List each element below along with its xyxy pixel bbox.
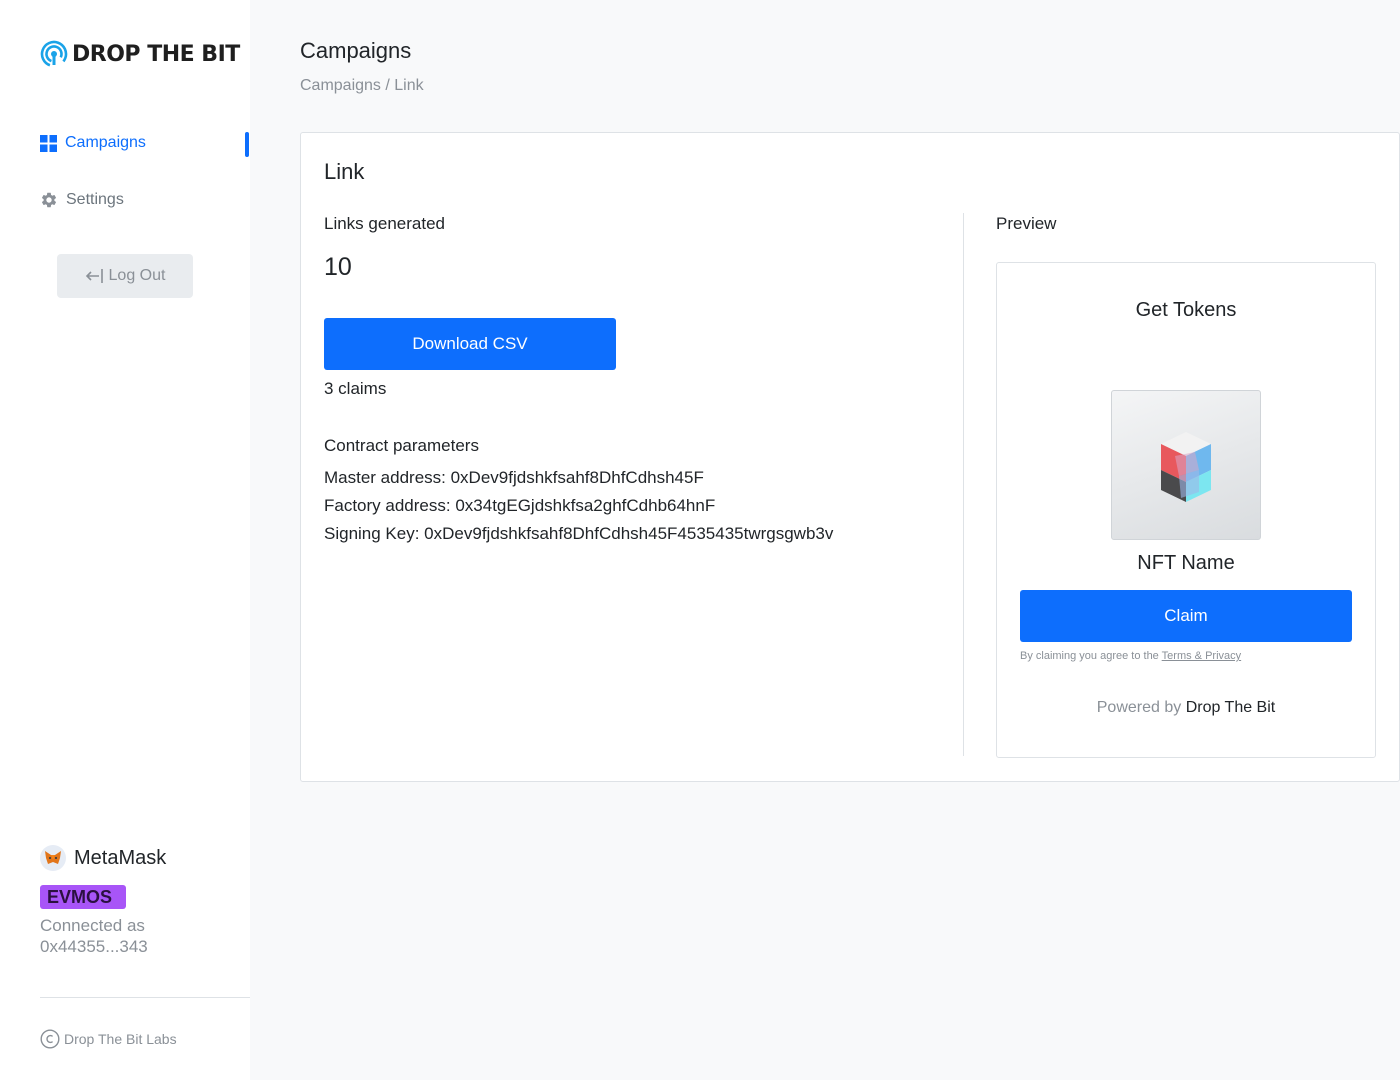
nft-name: NFT Name <box>1137 552 1235 574</box>
sidebar-item-label: Campaigns <box>65 134 146 151</box>
factory-address: Factory address: 0x34tgEGjdshkfsa2ghfCdh… <box>324 496 716 515</box>
powered-by: Powered by Drop The Bit <box>997 699 1375 717</box>
claim-button[interactable]: Claim <box>1020 590 1352 642</box>
grid-icon <box>40 134 57 152</box>
page-title: Campaigns <box>300 38 412 63</box>
sidebar-item-campaigns[interactable]: Campaigns <box>40 131 146 155</box>
active-nav-indicator <box>245 132 249 157</box>
column-divider <box>963 213 964 756</box>
logo[interactable]: DROP THE BIT <box>40 40 240 68</box>
preview-label: Preview <box>996 214 1057 233</box>
terms-notice: By claiming you agree to the Terms & Pri… <box>1020 650 1241 662</box>
radar-logo-icon <box>40 40 68 68</box>
download-csv-button[interactable]: Download CSV <box>324 318 616 370</box>
claims-count: 3 claims <box>324 379 387 398</box>
chain-badge: EVMOS <box>40 885 126 909</box>
sidebar-item-settings[interactable]: Settings <box>40 188 124 212</box>
metamask-fox-icon <box>40 845 66 871</box>
nft-image <box>1111 390 1261 540</box>
breadcrumb: Campaigns / Link <box>300 77 424 94</box>
gear-icon <box>41 192 57 208</box>
master-address: Master address: 0xDev9fjdshkfsahf8DhfCdh… <box>324 468 704 487</box>
preview-title: Get Tokens <box>1135 299 1237 321</box>
copyright-text: Drop The Bit Labs <box>64 1031 177 1047</box>
logo-text: DROP THE BIT <box>72 41 240 67</box>
powered-brand: Drop The Bit <box>1185 699 1276 716</box>
terms-privacy-link[interactable]: Terms & Privacy <box>1162 650 1241 662</box>
wallet-address: 0x44355...343 <box>40 937 148 956</box>
link-card: Link Links generated 10 Download CSV 3 c… <box>300 132 1400 782</box>
links-generated-label: Links generated <box>324 214 445 233</box>
logout-label: Log Out <box>108 267 166 284</box>
wallet-info: MetaMask EVMOS Connected as 0x44355...34… <box>40 845 166 957</box>
claim-preview: Get Tokens NFT Name Claim By claiming yo… <box>996 262 1376 758</box>
logout-icon <box>85 269 103 283</box>
sidebar: DROP THE BIT Campaigns Settings Log Out <box>0 0 250 1080</box>
powered-prefix: Powered by <box>1096 699 1182 716</box>
contract-parameters-title: Contract parameters <box>324 436 479 455</box>
copyright: Drop The Bit Labs <box>40 1029 177 1049</box>
nft-cube-icon <box>1161 432 1211 502</box>
logout-button[interactable]: Log Out <box>57 254 193 298</box>
copyright-icon <box>40 1029 60 1049</box>
sidebar-divider <box>40 997 250 998</box>
connected-label: Connected as <box>40 916 145 935</box>
card-title: Link <box>324 159 365 184</box>
wallet-name: MetaMask <box>74 846 167 869</box>
sidebar-item-label: Settings <box>66 191 124 208</box>
terms-prefix: By claiming you agree to the <box>1020 650 1159 662</box>
links-generated-count: 10 <box>324 253 352 281</box>
signing-key: Signing Key: 0xDev9fjdshkfsahf8DhfCdhsh4… <box>324 524 834 543</box>
